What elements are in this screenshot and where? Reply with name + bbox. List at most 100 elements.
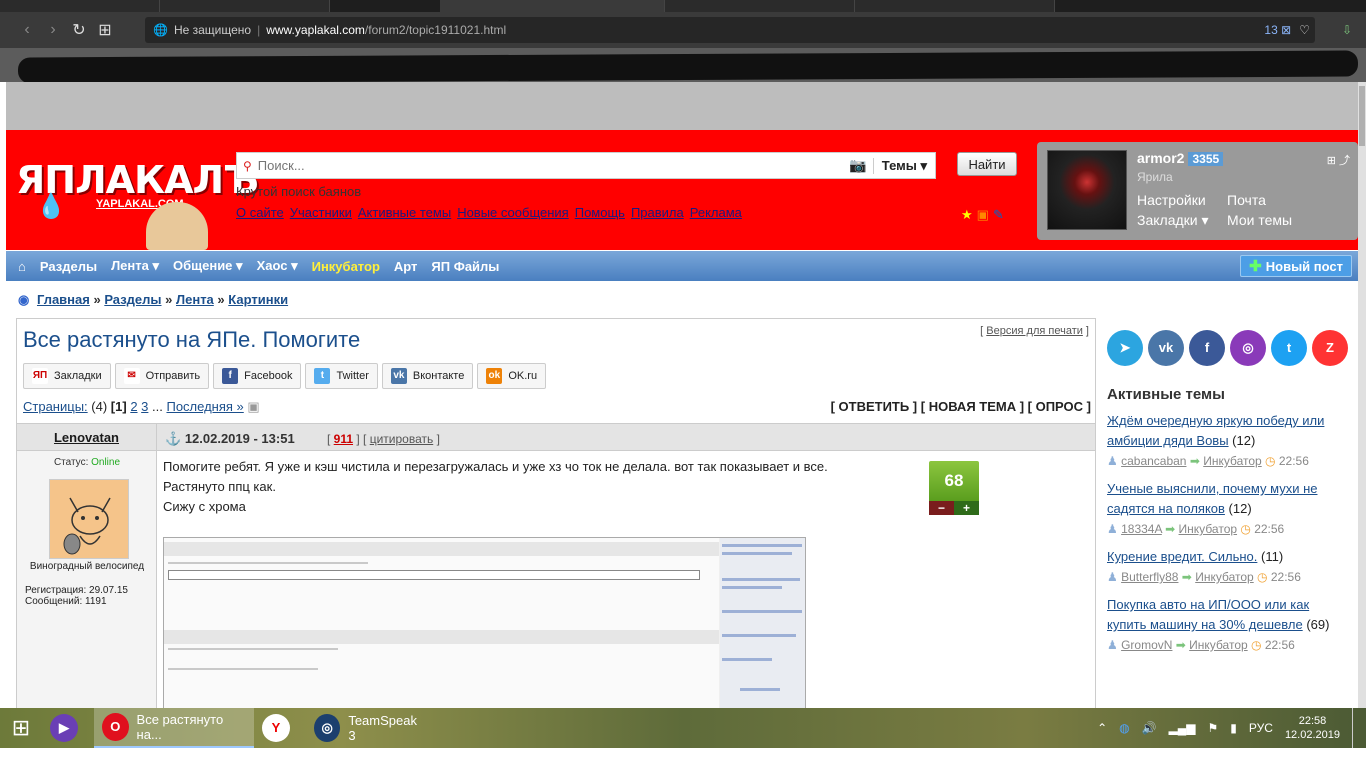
active-topic-link[interactable]: Ученые выяснили, почему мухи не садятся …	[1107, 481, 1317, 516]
user-settings-link[interactable]: Настройки	[1137, 192, 1206, 208]
page-link-3[interactable]: 3	[141, 399, 148, 414]
active-topic-link[interactable]: Ждём очередную яркую победу или амбиции …	[1107, 413, 1324, 448]
author-avatar[interactable]	[49, 479, 129, 559]
twitter-icon[interactable]: t	[1271, 330, 1307, 366]
speed-dial-icon[interactable]: ⊞	[92, 20, 118, 40]
active-topic-section[interactable]: Инкубатор	[1189, 638, 1248, 652]
tab[interactable]	[665, 0, 855, 12]
search-scope-select[interactable]: Темы ▾	[872, 157, 935, 174]
menu-item-incubator[interactable]: Инкубатор	[305, 259, 387, 274]
user-name[interactable]: armor2 3355	[1137, 150, 1224, 166]
page-last[interactable]: Последняя »	[166, 399, 243, 414]
windows-start-icon[interactable]: ⊞	[0, 708, 42, 748]
menu-item-sections[interactable]: Разделы	[33, 259, 104, 274]
new-post-button[interactable]: ✚ Новый пост	[1240, 255, 1352, 277]
reload-icon[interactable]: ↻	[66, 20, 92, 40]
active-topic-author[interactable]: Butterfly88	[1121, 570, 1178, 584]
back-icon[interactable]: ‹	[14, 21, 40, 39]
search-input[interactable]	[251, 153, 844, 178]
rating-minus-button[interactable]: −	[929, 501, 954, 515]
heart-icon[interactable]: ♡	[1299, 23, 1310, 37]
share-button-4[interactable]: vk Вконтакте	[381, 363, 474, 389]
active-topic-link[interactable]: Курение вредит. Сильно.	[1107, 549, 1257, 564]
telegram-icon[interactable]: ➤	[1107, 330, 1143, 366]
share-button-3[interactable]: t Twitter	[305, 363, 378, 389]
url-field[interactable]: 🌐 Не защищено | www.yaplakal.com/forum2/…	[145, 17, 1315, 43]
menu-item-talk[interactable]: Общение ▾	[166, 258, 250, 274]
search-button[interactable]: Найти	[957, 152, 1017, 176]
tray-up-icon[interactable]: ⌃	[1097, 721, 1107, 735]
post-author[interactable]: Lenovatan	[17, 424, 157, 452]
flag-icon[interactable]: ⚑	[1208, 721, 1219, 735]
breadcrumb-pictures[interactable]: Картинки	[228, 292, 288, 307]
star-icon[interactable]: ★	[961, 207, 973, 223]
user-avatar[interactable]	[1047, 150, 1127, 230]
signal-icon[interactable]: ▂▄▆	[1169, 721, 1196, 735]
page-link-2[interactable]: 2	[130, 399, 137, 414]
topic-actions[interactable]: [ ОТВЕТИТЬ ] [ НОВАЯ ТЕМА ] [ ОПРОС ]	[831, 399, 1091, 414]
user-topics-link[interactable]: Мои темы	[1227, 212, 1292, 228]
menu-item-art[interactable]: Арт	[387, 259, 425, 274]
scrollbar-thumb[interactable]	[1359, 86, 1365, 146]
post-screenshot-image[interactable]	[163, 537, 806, 709]
rating-plus-button[interactable]: +	[954, 501, 979, 515]
user-bookmarks-link[interactable]: Закладки ▾	[1137, 212, 1209, 229]
top-link-new[interactable]: Новые сообщения	[457, 205, 569, 220]
pencil-icon[interactable]: ✎	[993, 207, 1004, 223]
breadcrumb-feed[interactable]: Лента	[176, 292, 214, 307]
menu-item-chaos[interactable]: Хаос ▾	[250, 258, 305, 274]
share-button-1[interactable]: ✉ Отправить	[114, 363, 210, 389]
scrollbar[interactable]	[1358, 82, 1366, 708]
print-version-link[interactable]: Версия для печати	[986, 325, 1083, 337]
show-desktop-button[interactable]	[1352, 708, 1356, 748]
quote-link[interactable]: цитировать	[370, 432, 434, 446]
menu-item-files[interactable]: ЯП Файлы	[424, 259, 506, 274]
pages-dropdown-icon[interactable]: ▣	[247, 399, 259, 414]
post-number[interactable]: 911	[334, 432, 353, 446]
share-button-5[interactable]: ok OK.ru	[477, 363, 547, 389]
battery-icon[interactable]: ▮	[1230, 721, 1237, 735]
user-panel-icons[interactable]: ⊞ ⤴	[1327, 152, 1350, 168]
language-indicator[interactable]: РУС	[1249, 721, 1273, 735]
breadcrumb-sections[interactable]: Разделы	[104, 292, 161, 307]
active-topic-author[interactable]: GromovN	[1121, 638, 1172, 652]
tab[interactable]	[160, 0, 330, 12]
download-icon[interactable]: ⇩	[1342, 23, 1352, 37]
top-link-rules[interactable]: Правила	[631, 205, 684, 220]
active-topic-section[interactable]: Инкубатор	[1179, 522, 1238, 536]
zen-icon[interactable]: Z	[1312, 330, 1348, 366]
top-link-members[interactable]: Участники	[290, 205, 352, 220]
taskbar-app-1[interactable]: O Все растянуто на...	[94, 708, 254, 748]
top-link-ads[interactable]: Реклама	[690, 205, 742, 220]
tab[interactable]	[0, 0, 160, 12]
camera-icon[interactable]: 📷	[849, 157, 866, 174]
site-logo[interactable]: ЯПЛАКАЛЪ 💧 YAPLAKAL.COM	[16, 158, 259, 250]
tab[interactable]	[855, 0, 1055, 12]
taskbar-app-0[interactable]: ▶	[42, 708, 94, 748]
menu-item-feed[interactable]: Лента ▾	[104, 258, 166, 274]
share-button-0[interactable]: ЯП Закладки	[23, 363, 111, 389]
pages-label[interactable]: Страницы:	[23, 399, 88, 414]
active-topic-section[interactable]: Инкубатор	[1195, 570, 1254, 584]
tray-network-icon[interactable]: ◍	[1119, 721, 1129, 735]
tab-active[interactable]	[440, 0, 665, 12]
vk-icon[interactable]: vk	[1148, 330, 1184, 366]
rss-icon[interactable]: ▣	[977, 207, 989, 223]
taskbar-app-2[interactable]: Y	[254, 708, 306, 748]
volume-icon[interactable]: 🔊	[1142, 721, 1157, 735]
taskbar-app-3[interactable]: ◎ TeamSpeak 3	[306, 708, 431, 748]
clock[interactable]: 22:58 12.02.2019	[1285, 714, 1340, 742]
anchor-icon[interactable]: ⚓	[165, 431, 181, 446]
breadcrumb-home[interactable]: Главная	[37, 292, 90, 307]
active-topic-link[interactable]: Покупка авто на ИП/ООО или как купить ма…	[1107, 597, 1309, 632]
top-link-about[interactable]: О сайте	[236, 205, 284, 220]
top-link-active[interactable]: Активные темы	[358, 205, 451, 220]
top-link-help[interactable]: Помощь	[575, 205, 625, 220]
active-topic-author[interactable]: 18334A	[1121, 522, 1162, 536]
facebook-icon[interactable]: f	[1189, 330, 1225, 366]
instagram-icon[interactable]: ◎	[1230, 330, 1266, 366]
active-topic-section[interactable]: Инкубатор	[1203, 454, 1262, 468]
forward-icon[interactable]: ›	[40, 21, 66, 39]
tracker-badge[interactable]: 13 ⊠	[1264, 23, 1291, 37]
home-icon[interactable]: ⌂	[6, 259, 33, 274]
